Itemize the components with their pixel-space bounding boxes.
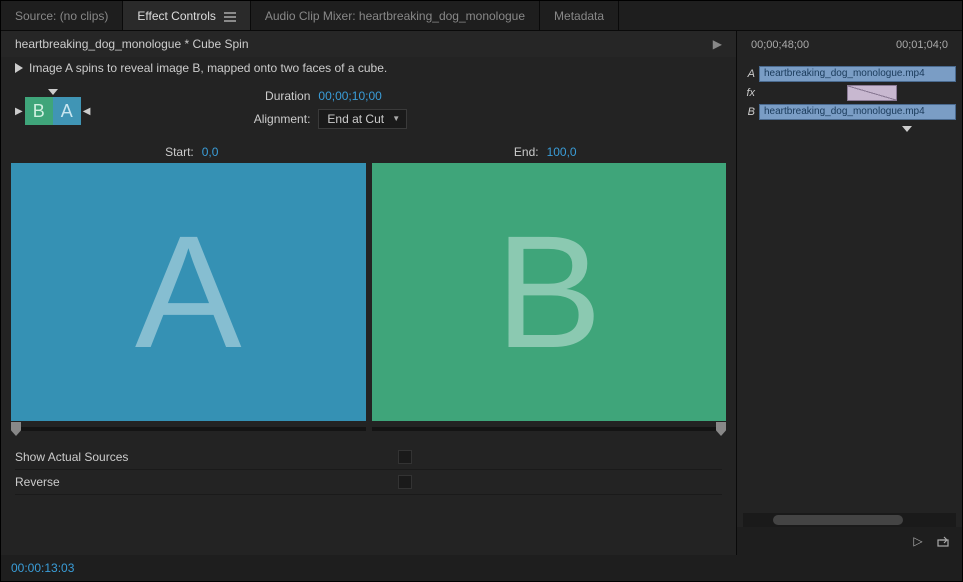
preview-letter-b: B bbox=[495, 200, 602, 384]
preview-end-frame: B bbox=[372, 163, 727, 421]
transition-direction-control[interactable]: ▶ B A ◀ bbox=[15, 89, 90, 125]
show-actual-sources-label: Show Actual Sources bbox=[15, 450, 398, 464]
slider-thumb[interactable] bbox=[11, 422, 21, 436]
tile-a: A bbox=[53, 97, 81, 125]
panel-menu-icon[interactable] bbox=[224, 11, 236, 21]
timeline-time-right: 00;01;04;0 bbox=[896, 39, 948, 51]
description-row: Image A spins to reveal image B, mapped … bbox=[1, 57, 736, 83]
alignment-value: End at Cut bbox=[327, 112, 384, 126]
tab-metadata[interactable]: Metadata bbox=[540, 1, 619, 30]
arrow-right-icon: ▶ bbox=[15, 106, 23, 117]
reverse-checkbox[interactable] bbox=[398, 475, 412, 489]
alignment-label: Alignment: bbox=[240, 112, 310, 126]
slider-thumb[interactable] bbox=[716, 422, 726, 436]
tab-source-label: Source: (no clips) bbox=[15, 9, 108, 23]
playhead-icon[interactable] bbox=[902, 126, 912, 132]
track-b-clip[interactable]: heartbreaking_dog_monologue.mp4 bbox=[759, 104, 956, 120]
duration-label: Duration bbox=[240, 89, 310, 103]
end-label: End: bbox=[514, 145, 539, 159]
track-fx-label: fx bbox=[743, 87, 755, 99]
scrollbar-thumb[interactable] bbox=[773, 515, 903, 525]
footer: 00:00:13:03 bbox=[1, 555, 962, 581]
arrow-left-icon: ◀ bbox=[83, 106, 91, 117]
play-icon[interactable] bbox=[15, 63, 23, 73]
tile-b: B bbox=[25, 97, 53, 125]
tab-metadata-label: Metadata bbox=[554, 9, 604, 23]
duration-value[interactable]: 00;00;10;00 bbox=[318, 89, 381, 103]
preview-letter-a: A bbox=[135, 200, 242, 384]
title-row: heartbreaking_dog_monologue * Cube Spin … bbox=[1, 31, 736, 57]
show-timeline-arrow-icon[interactable]: ▶ bbox=[713, 37, 722, 51]
track-a-label: A bbox=[743, 68, 755, 80]
show-actual-sources-checkbox[interactable] bbox=[398, 450, 412, 464]
timeline-scrollbar[interactable] bbox=[743, 513, 956, 527]
transition-fx-clip[interactable] bbox=[847, 85, 897, 101]
tab-effect-controls-label: Effect Controls bbox=[137, 9, 215, 23]
timeline-time-left: 00;00;48;00 bbox=[751, 39, 809, 51]
start-value[interactable]: 0,0 bbox=[202, 145, 219, 159]
current-timecode[interactable]: 00:00:13:03 bbox=[11, 561, 74, 575]
tab-effect-controls[interactable]: Effect Controls bbox=[123, 1, 250, 30]
effect-controls-panel: heartbreaking_dog_monologue * Cube Spin … bbox=[1, 31, 737, 555]
tab-source[interactable]: Source: (no clips) bbox=[1, 1, 123, 30]
panel-tabs: Source: (no clips) Effect Controls Audio… bbox=[1, 1, 962, 31]
end-value[interactable]: 100,0 bbox=[547, 145, 577, 159]
export-icon[interactable] bbox=[936, 534, 952, 548]
start-label: Start: bbox=[165, 145, 194, 159]
effect-description: Image A spins to reveal image B, mapped … bbox=[29, 61, 387, 75]
clip-effect-title: heartbreaking_dog_monologue * Cube Spin bbox=[15, 37, 249, 51]
loop-icon[interactable]: ▷ bbox=[910, 534, 926, 548]
track-b-label: B bbox=[743, 106, 755, 118]
track-a-clip[interactable]: heartbreaking_dog_monologue.mp4 bbox=[759, 66, 956, 82]
preview-start-frame: A bbox=[11, 163, 366, 421]
alignment-dropdown[interactable]: End at Cut bbox=[318, 109, 407, 129]
arrow-down-icon bbox=[48, 89, 58, 95]
tab-audio-mixer-label: Audio Clip Mixer: heartbreaking_dog_mono… bbox=[265, 9, 525, 23]
start-slider[interactable] bbox=[11, 427, 366, 431]
end-slider[interactable] bbox=[372, 427, 727, 431]
tab-audio-mixer[interactable]: Audio Clip Mixer: heartbreaking_dog_mono… bbox=[251, 1, 540, 30]
reverse-label: Reverse bbox=[15, 475, 398, 489]
mini-timeline-panel: 00;00;48;00 00;01;04;0 A heartbreaking_d… bbox=[737, 31, 962, 555]
